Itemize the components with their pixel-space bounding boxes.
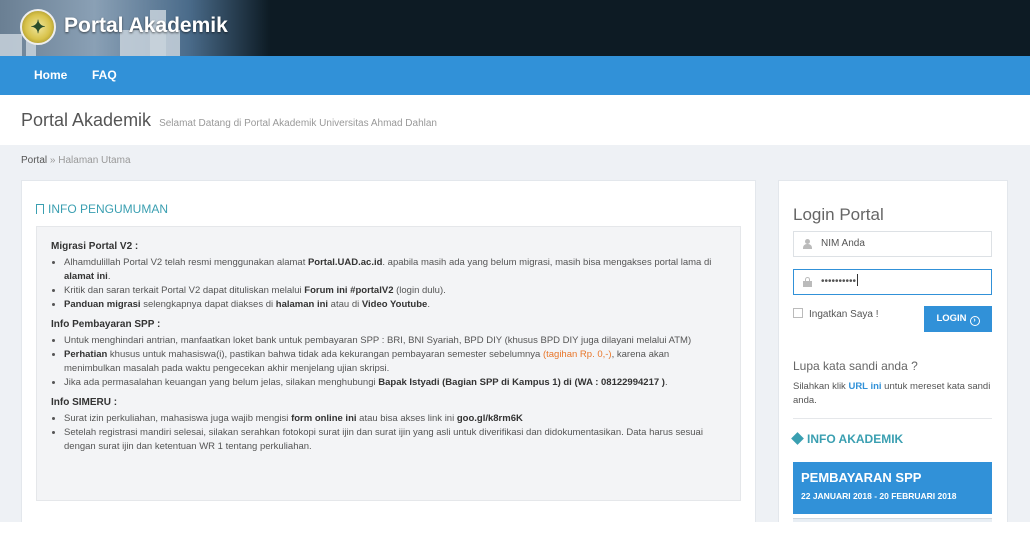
list-item: Kritik dan saran terkait Portal V2 dapat… bbox=[64, 284, 726, 298]
panduan-migrasi-text: Panduan migrasi bbox=[64, 299, 141, 310]
password-input[interactable]: •••••••••• bbox=[793, 269, 992, 295]
announcement-list: Surat izin perkuliahan, mahasiswa juga w… bbox=[51, 412, 726, 454]
list-item: Alhamdulillah Portal V2 telah resmi meng… bbox=[64, 256, 726, 284]
breadcrumb-portal-link[interactable]: Portal bbox=[21, 155, 47, 166]
announcement-list: Untuk menghindari antrian, manfaatkan lo… bbox=[51, 334, 726, 390]
nav-home[interactable]: Home bbox=[34, 56, 67, 95]
section-title: Info Pembayaran SPP : bbox=[51, 319, 161, 330]
forgot-password-text: Silahkan klik URL ini untuk mereset kata… bbox=[793, 381, 991, 406]
list-item: Untuk menghindari antrian, manfaatkan lo… bbox=[64, 334, 726, 348]
spp-card-title: PEMBAYARAN SPP bbox=[801, 470, 922, 485]
form-online-link[interactable]: form online ini bbox=[291, 413, 356, 424]
portal-address-link[interactable]: Portal.UAD.ac.id bbox=[308, 257, 382, 268]
page-bottom bbox=[0, 522, 1030, 536]
spp-card-date: 22 JANUARI 2018 - 20 FEBRUARI 2018 bbox=[801, 491, 957, 501]
forgot-password-title: Lupa kata sandi anda ? bbox=[793, 359, 918, 373]
list-item: Setelah registrasi mandiri selesai, sila… bbox=[64, 426, 726, 454]
info-akademik-heading: INFO AKADEMIK bbox=[791, 432, 904, 446]
breadcrumb: Portal » Halaman Utama bbox=[21, 155, 131, 166]
list-item: Perhatian khusus untuk mahasiswa(i), pas… bbox=[64, 348, 726, 376]
bookmark-icon bbox=[36, 204, 44, 214]
breadcrumb-current: Halaman Utama bbox=[58, 155, 131, 166]
password-value: •••••••••• bbox=[821, 276, 857, 287]
remember-label: Ingatkan Saya ! bbox=[809, 309, 879, 320]
nav-faq[interactable]: FAQ bbox=[92, 56, 117, 95]
arrow-right-circle-icon: › bbox=[969, 316, 980, 326]
info-pengumuman-text: INFO PENGUMUMAN bbox=[48, 202, 168, 216]
sidebar-divider bbox=[793, 418, 992, 419]
list-item: Panduan migrasi selengkapnya dapat diaks… bbox=[64, 298, 726, 312]
section-title: Info SIMERU : bbox=[51, 397, 118, 408]
list-item: Surat izin perkuliahan, mahasiswa juga w… bbox=[64, 412, 726, 426]
page-subtitle: Selamat Datang di Portal Akademik Univer… bbox=[159, 118, 437, 129]
tag-icon bbox=[791, 432, 804, 445]
nim-placeholder: NIM Anda bbox=[821, 238, 865, 249]
reset-url-link[interactable]: URL ini bbox=[848, 381, 881, 392]
breadcrumb-separator: » bbox=[49, 155, 56, 166]
page-header: Portal Akademik Selamat Datang di Portal… bbox=[0, 95, 1030, 145]
info-pengumuman-heading: INFO PENGUMUMAN bbox=[36, 202, 168, 216]
list-item: Jika ada permasalahan keuangan yang belu… bbox=[64, 376, 726, 390]
nim-input[interactable]: NIM Anda bbox=[793, 231, 992, 257]
login-button-label: LOGIN bbox=[936, 313, 967, 324]
person-icon bbox=[803, 239, 812, 249]
tagihan-warning-text: (tagihan Rp. 0,-) bbox=[542, 349, 612, 360]
app-title[interactable]: Portal Akademik bbox=[64, 14, 228, 38]
remember-checkbox[interactable] bbox=[793, 308, 803, 318]
short-link[interactable]: goo.gl/k8rm6K bbox=[457, 413, 523, 424]
info-akademik-text: INFO AKADEMIK bbox=[807, 432, 904, 446]
section-title: Migrasi Portal V2 : bbox=[51, 241, 139, 252]
halaman-ini-link[interactable]: halaman ini bbox=[276, 299, 328, 310]
university-logo-icon[interactable]: ✦ bbox=[20, 9, 56, 45]
old-portal-link[interactable]: alamat ini bbox=[64, 271, 108, 282]
video-youtube-link[interactable]: Video Youtube bbox=[362, 299, 427, 310]
lock-icon bbox=[803, 277, 812, 287]
header: ✦ Portal Akademik bbox=[0, 0, 1030, 56]
navbar: Home FAQ bbox=[0, 56, 1030, 95]
spp-payment-card[interactable]: PEMBAYARAN SPP 22 JANUARI 2018 - 20 FEBR… bbox=[793, 462, 992, 514]
remember-me[interactable]: Ingatkan Saya ! bbox=[793, 308, 879, 320]
page-title: Portal Akademik Selamat Datang di Portal… bbox=[21, 110, 437, 131]
forum-link[interactable]: Forum ini #portalV2 bbox=[304, 285, 393, 296]
login-title: Login Portal bbox=[793, 205, 884, 224]
page-title-text: Portal Akademik bbox=[21, 110, 152, 130]
announcement-list: Alhamdulillah Portal V2 telah resmi meng… bbox=[51, 256, 726, 312]
announcement-box: Migrasi Portal V2 : Alhamdulillah Portal… bbox=[36, 226, 741, 501]
login-button[interactable]: LOGIN › bbox=[924, 306, 992, 332]
